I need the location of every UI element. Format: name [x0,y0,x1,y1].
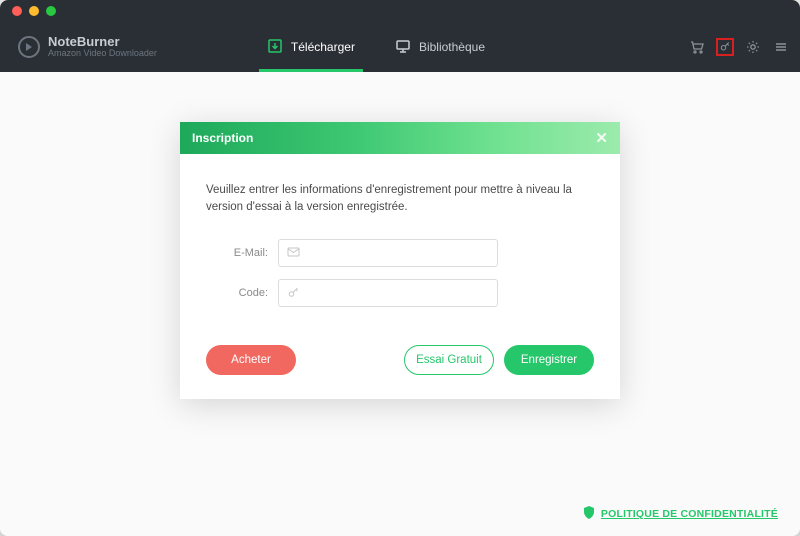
tab-library-label: Bibliothèque [419,40,485,54]
key-icon[interactable] [716,38,734,56]
modal-title: Inscription [192,131,253,145]
brand-subtitle: Amazon Video Downloader [48,49,157,59]
envelope-icon [287,247,300,258]
privacy-link[interactable]: POLITIQUE DE CONFIDENTIALITÉ [601,508,778,520]
header-bar: NoteBurner Amazon Video Downloader Téléc… [0,22,800,72]
brand-name: NoteBurner [48,35,157,49]
modal-body: Veuillez entrer les informations d'enreg… [180,154,620,399]
app-window: NoteBurner Amazon Video Downloader Téléc… [0,0,800,536]
library-icon [395,38,411,57]
email-row: E-Mail: [206,239,594,267]
tab-download-label: Télécharger [291,40,355,54]
content-area: Inscription ✕ Veuillez entrer les inform… [0,72,800,536]
modal-header: Inscription ✕ [180,122,620,154]
brand: NoteBurner Amazon Video Downloader [18,35,157,59]
header-actions [688,38,790,56]
registration-modal: Inscription ✕ Veuillez entrer les inform… [180,122,620,399]
shield-icon [583,506,595,522]
brand-logo-icon [18,36,40,58]
nav-tabs: Télécharger Bibliothèque [247,22,505,72]
close-icon[interactable]: ✕ [595,129,608,147]
gear-icon[interactable] [744,38,762,56]
trial-button[interactable]: Essai Gratuit [404,345,494,375]
register-button[interactable]: Enregistrer [504,345,594,375]
buy-button[interactable]: Acheter [206,345,296,375]
menu-icon[interactable] [772,38,790,56]
code-field[interactable] [306,287,489,299]
tab-download[interactable]: Télécharger [247,22,375,72]
download-icon [267,38,283,57]
titlebar [0,0,800,22]
footer: POLITIQUE DE CONFIDENTIALITÉ [583,506,778,522]
email-label: E-Mail: [206,247,278,259]
window-minimize-dot[interactable] [29,6,39,16]
window-zoom-dot[interactable] [46,6,56,16]
window-close-dot[interactable] [12,6,22,16]
tab-library[interactable]: Bibliothèque [375,22,505,72]
key-small-icon [287,286,300,299]
modal-actions: Acheter Essai Gratuit Enregistrer [206,345,594,375]
code-input-wrap[interactable] [278,279,498,307]
modal-message: Veuillez entrer les informations d'enreg… [206,182,594,217]
code-row: Code: [206,279,594,307]
cart-icon[interactable] [688,38,706,56]
email-field[interactable] [306,247,489,259]
code-label: Code: [206,287,278,299]
email-input-wrap[interactable] [278,239,498,267]
